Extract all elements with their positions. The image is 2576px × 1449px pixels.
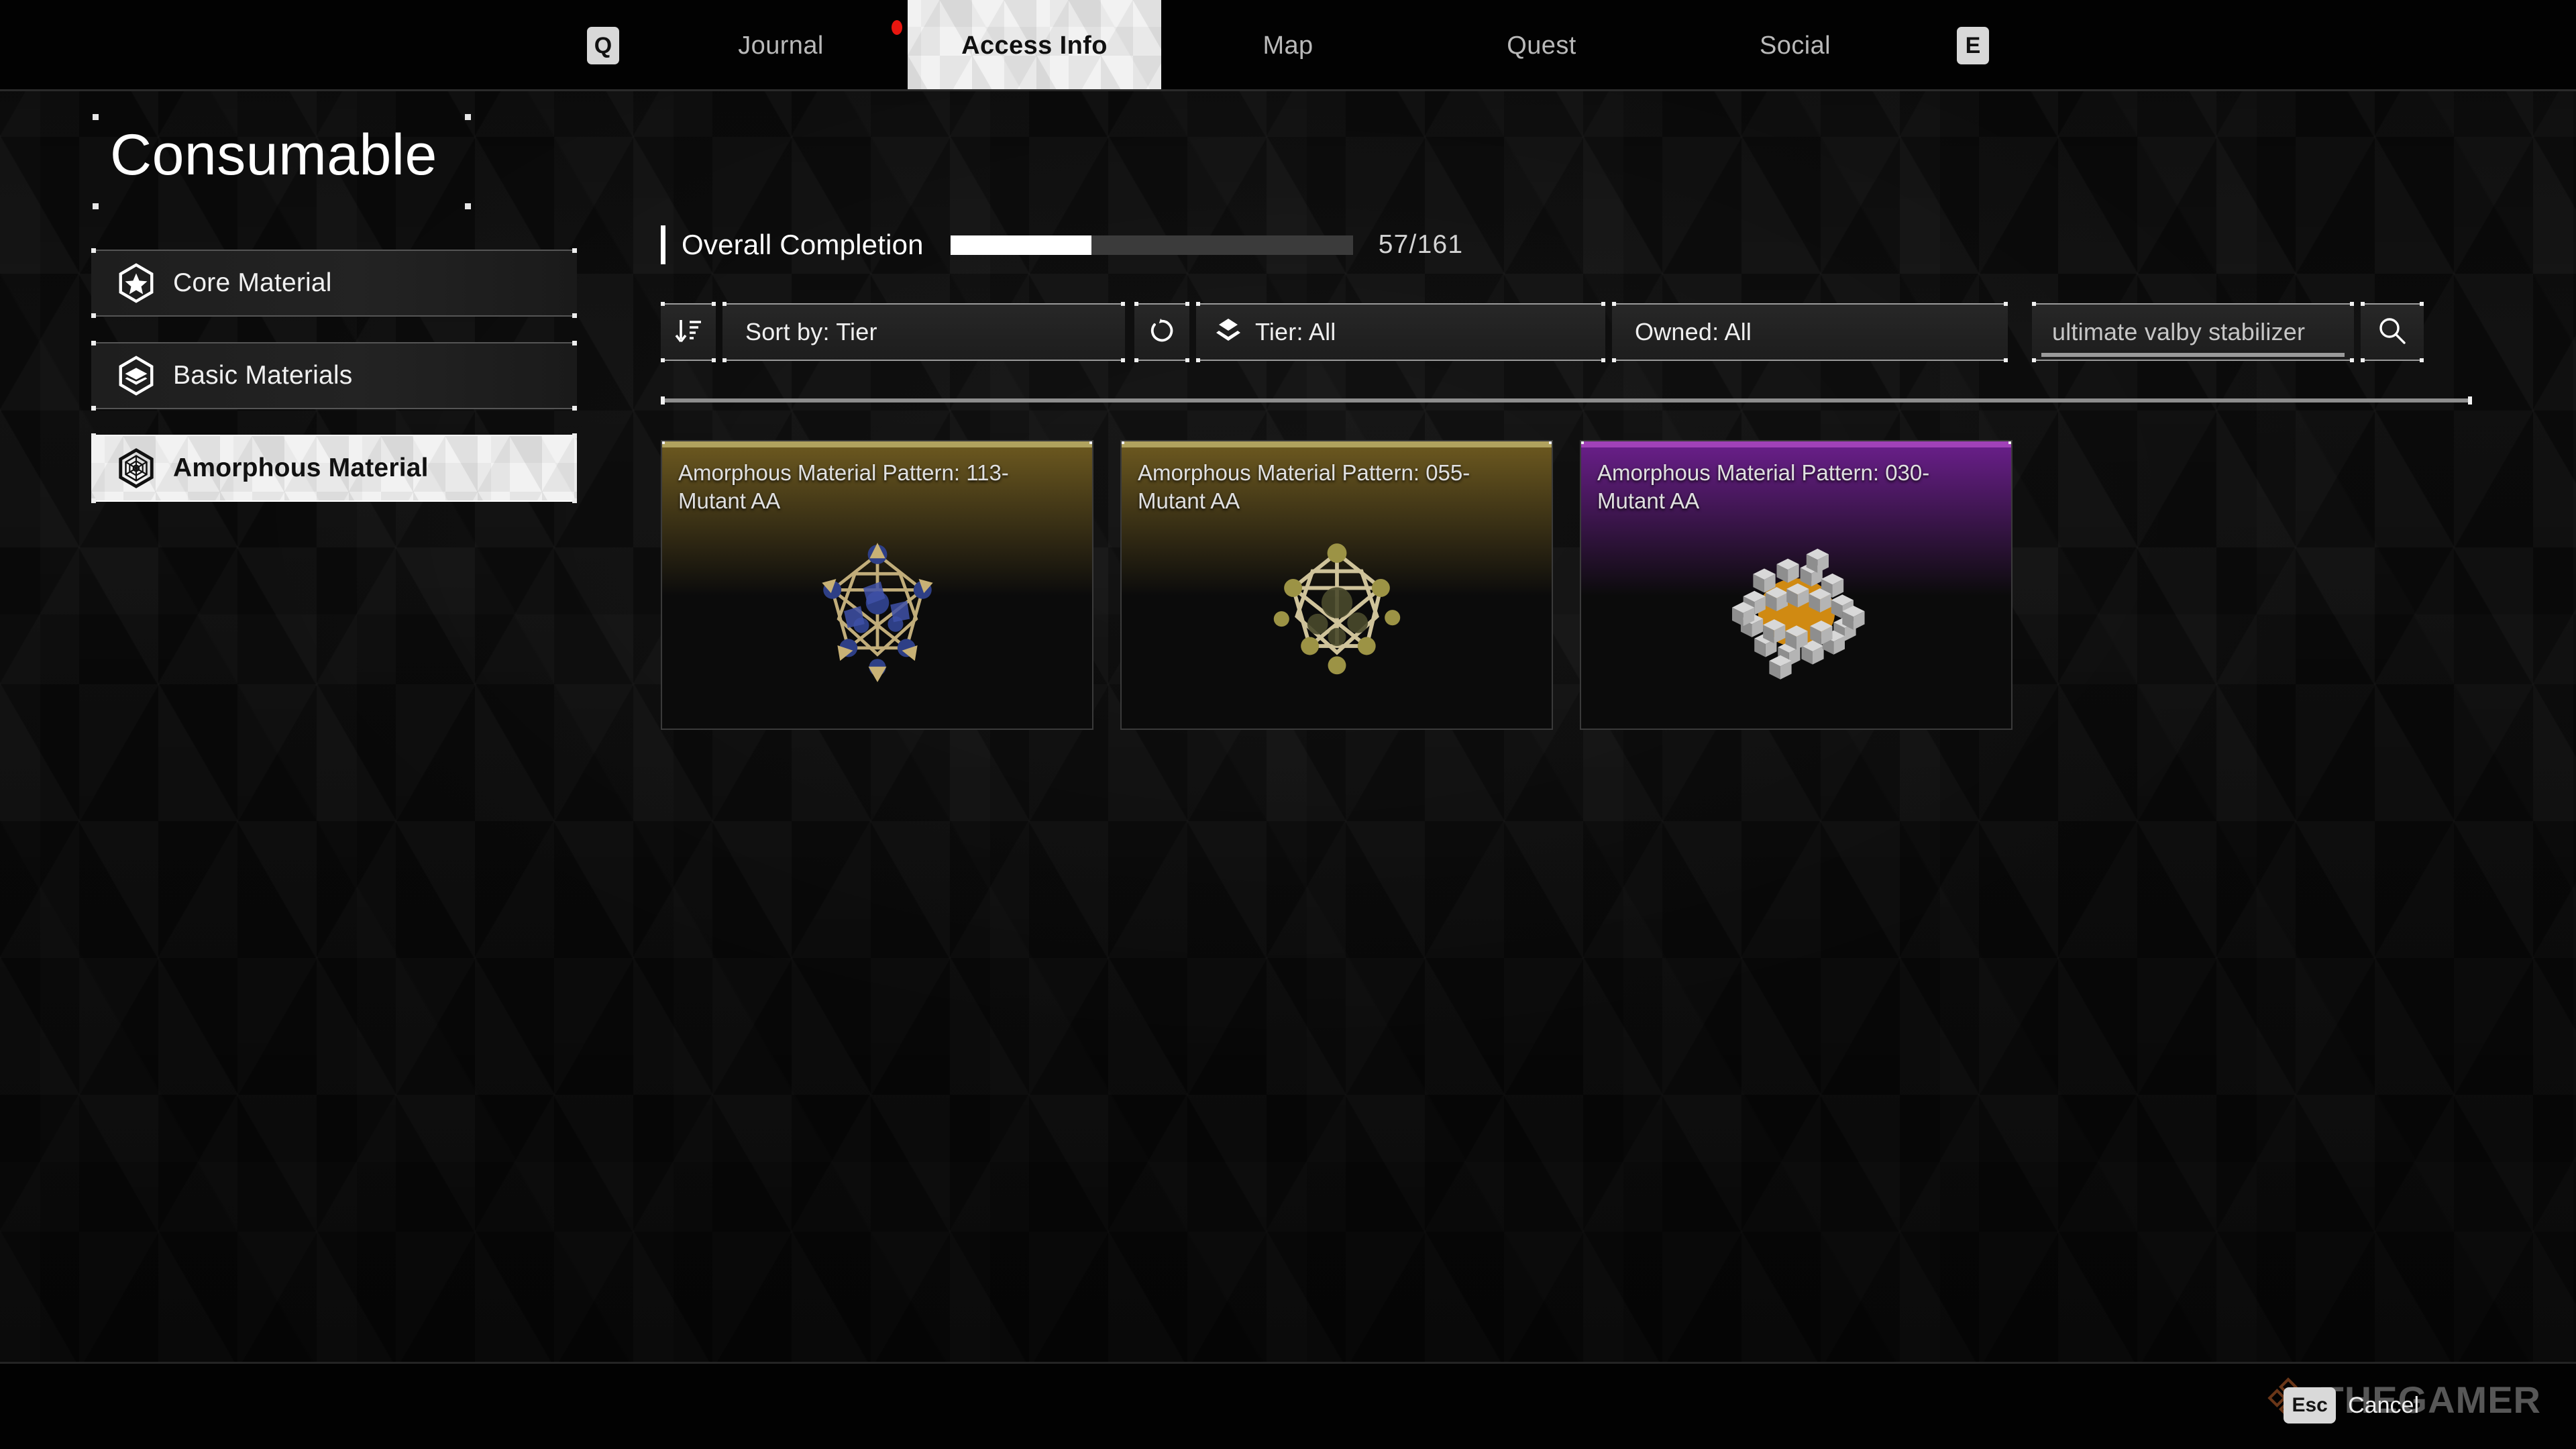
tab-map[interactable]: Map [1161,0,1415,91]
game-ui-root: Q Journal Access Info Map Quest Social E [0,0,2576,1449]
tab-journal-label: Journal [738,31,824,60]
item-card-title: Amorphous Material Pattern: 113-Mutant A… [678,460,1009,514]
item-card-grid: Amorphous Material Pattern: 113-Mutant A… [661,440,2512,730]
tier-filter-dropdown[interactable]: Tier: All [1196,302,1605,362]
filter-toolbar: Sort by: Tier Tier: All Owned: All ultim… [661,302,2512,362]
search-input[interactable]: ultimate valby stabilizer [2032,302,2354,362]
corner-marker-icon [2008,441,2011,444]
search-input-underline [2041,353,2345,357]
sidebar-item-basic-materials-label: Basic Materials [173,361,353,390]
tab-social[interactable]: Social [1668,0,1922,91]
cancel-action[interactable]: Esc Cancel [2284,1387,2419,1424]
search-input-value: ultimate valby stabilizer [2052,318,2306,345]
item-card[interactable]: Amorphous Material Pattern: 030-Mutant A… [1580,440,2012,730]
sort-direction-button[interactable] [661,302,716,362]
accent-bar [661,225,665,264]
corner-marker-icon [1122,441,1124,444]
search-button[interactable] [2361,302,2424,362]
sort-by-dropdown[interactable]: Sort by: Tier [722,302,1125,362]
content-divider [661,396,2472,405]
item-card-title: Amorphous Material Pattern: 030-Mutant A… [1597,460,1930,514]
tab-map-label: Map [1263,31,1313,60]
overall-completion-label: Overall Completion [682,229,924,260]
completion-progress-fill [950,235,1091,255]
sidebar-item-amorphous-material-label: Amorphous Material [173,453,429,482]
sidebar-item-amorphous-material[interactable]: Amorphous Material [91,433,577,503]
item-artwork-lattice-olive [1122,502,1552,723]
owned-filter-dropdown[interactable]: Owned: All [1612,302,2008,362]
sidebar-item-basic-materials[interactable]: Basic Materials [91,341,577,411]
layers-icon [1214,316,1243,349]
corner-marker-icon [1581,441,1584,444]
tab-social-label: Social [1760,31,1831,60]
key-hint-e[interactable]: E [1957,27,1989,64]
content-panel: Overall Completion 57/161 Sort by: Tier [661,91,2512,730]
top-navigation-bar: Q Journal Access Info Map Quest Social E [0,0,2576,91]
corner-marker-icon [1549,441,1552,444]
rarity-cap-bar [662,441,1092,447]
owned-filter-label: Owned: All [1635,318,1752,345]
tab-access-info-label: Access Info [961,31,1108,60]
item-artwork-cubes-grey [1581,502,2011,723]
tier-filter-label: Tier: All [1255,318,1336,345]
corner-marker-icon [465,114,471,120]
sidebar-item-core-material[interactable]: Core Material [91,248,577,318]
corner-marker-icon [465,203,471,209]
sort-by-label: Sort by: Tier [745,318,877,345]
hex-star-icon [115,262,157,304]
tab-journal[interactable]: Journal [654,0,908,91]
bottom-action-bar [0,1362,2576,1449]
tab-quest-label: Quest [1507,31,1576,60]
reset-filters-button[interactable] [1134,302,1189,362]
key-hint-q[interactable]: Q [587,27,619,64]
item-card[interactable]: Amorphous Material Pattern: 055-Mutant A… [1120,440,1553,730]
category-list: Core Material Basic Materials Amorphous … [91,248,577,503]
corner-marker-icon [93,203,99,209]
refresh-icon [1148,317,1176,348]
hex-lattice-icon [115,447,157,489]
sidebar-item-core-material-label: Core Material [173,268,332,297]
esc-key-cap[interactable]: Esc [2284,1387,2337,1424]
search-icon [2377,315,2408,350]
item-card-title: Amorphous Material Pattern: 055-Mutant A… [1138,460,1470,514]
notification-dot-icon [892,20,902,35]
corner-marker-icon [1089,441,1092,444]
tab-access-info[interactable]: Access Info [908,0,1161,91]
sidebar: Consumable Core Material Basic Materials… [0,91,604,527]
page-title-container: Consumable [93,114,471,209]
overall-completion-row: Overall Completion 57/161 [661,225,2512,264]
completion-count: 57/161 [1378,230,1464,259]
corner-marker-icon [93,114,99,120]
corner-marker-icon [662,441,665,444]
nav-tab-list: Q Journal Access Info Map Quest Social E [0,0,2576,91]
item-card[interactable]: Amorphous Material Pattern: 113-Mutant A… [661,440,1093,730]
item-artwork-lattice-blue [662,502,1092,723]
sort-descending-icon [674,316,703,349]
hex-layers-icon [115,355,157,396]
rarity-cap-bar [1122,441,1552,447]
rarity-cap-bar [1581,441,2011,447]
page-title: Consumable [110,123,437,187]
cancel-label: Cancel [2348,1392,2419,1418]
completion-progress-bar [950,235,1353,255]
tab-quest[interactable]: Quest [1415,0,1668,91]
